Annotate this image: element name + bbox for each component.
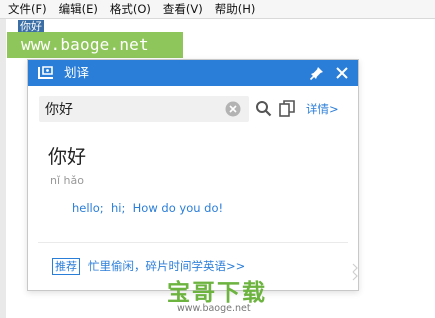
app-logo-icon (38, 66, 53, 79)
clear-icon[interactable] (225, 101, 241, 117)
menu-file[interactable]: 文件(F) (0, 1, 53, 17)
menu-bar: 文件(F) 编辑(E) 格式(O) 查看(V) 帮助(H) (0, 0, 435, 19)
search-input[interactable] (45, 96, 215, 122)
menu-format[interactable]: 格式(O) (104, 1, 157, 17)
details-link[interactable]: 详情> (306, 101, 339, 117)
search-icon[interactable] (255, 100, 272, 117)
copy-icon[interactable] (279, 100, 295, 117)
close-icon[interactable] (334, 65, 350, 81)
brand-watermark: 宝哥下载 www.baoge.net (155, 273, 295, 315)
translation-item[interactable]: How do you do! (133, 201, 223, 215)
menu-help[interactable]: 帮助(H) (209, 1, 262, 17)
popup-header: 划译 (28, 60, 358, 86)
menu-view[interactable]: 查看(V) (157, 1, 209, 17)
translation-list: hello; hi; How do you do! (72, 201, 223, 215)
window-edge (0, 19, 6, 318)
menu-edit[interactable]: 编辑(E) (53, 1, 104, 17)
translation-popup: 划译 详情> 你好 nǐ hǎo hello; hi; How do you d… (27, 59, 359, 291)
pinyin: nǐ hǎo (50, 174, 84, 187)
pin-icon[interactable] (309, 65, 325, 81)
watermark-url-label: www.baoge.net (7, 32, 183, 58)
headword: 你好 (48, 146, 87, 168)
divider (38, 242, 348, 243)
search-field[interactable] (39, 96, 249, 122)
watermark-brand: 宝哥下载 (167, 280, 267, 306)
translation-item[interactable]: hi; (111, 201, 125, 215)
popup-title: 划译 (64, 65, 90, 80)
watermark-url: www.baoge.net (177, 303, 251, 314)
translation-item[interactable]: hello; (72, 201, 104, 215)
scroll-arrow-icon (352, 263, 358, 281)
recommend-badge: 推荐 (52, 258, 80, 275)
